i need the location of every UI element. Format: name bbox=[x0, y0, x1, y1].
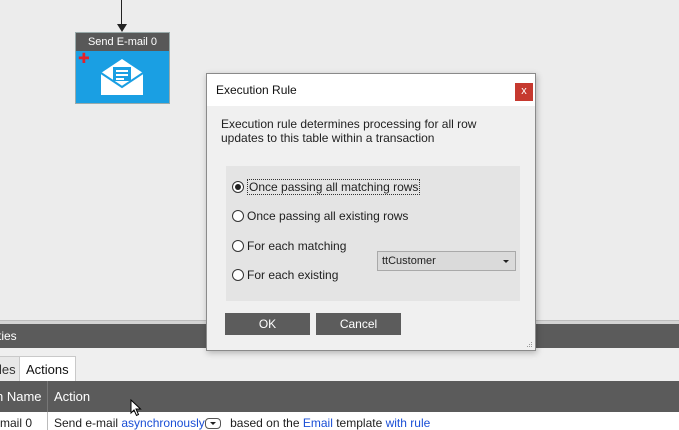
resize-grip-icon[interactable] bbox=[526, 341, 533, 348]
dialog-title: Execution Rule bbox=[216, 83, 297, 97]
row-action-cell: Send e-mail asynchronously based on the … bbox=[54, 412, 430, 430]
mouse-cursor-icon bbox=[130, 399, 142, 417]
rule-link[interactable]: with rule bbox=[386, 416, 431, 430]
table-select-value: ttCustomer bbox=[382, 255, 436, 267]
envelope-icon bbox=[100, 59, 144, 95]
option-label: Once passing all matching rows bbox=[247, 179, 421, 195]
column-separator[interactable] bbox=[47, 381, 48, 412]
action-suffix: template bbox=[336, 416, 383, 430]
dialog-description: Execution rule determines processing for… bbox=[221, 117, 477, 145]
plus-icon[interactable]: ✚ bbox=[78, 51, 90, 65]
properties-tabs: les Actions bbox=[0, 348, 679, 382]
properties-header-label: ties bbox=[0, 329, 17, 343]
option-label: For each existing bbox=[247, 268, 339, 282]
tab-actions[interactable]: Actions bbox=[19, 356, 76, 382]
grid-header: n Name Action bbox=[0, 381, 679, 412]
option-each-matching[interactable]: For each matching bbox=[232, 238, 346, 254]
node-title: Send E-mail 0 bbox=[76, 33, 169, 51]
node-body[interactable]: ✚ bbox=[76, 51, 169, 103]
radio-each-matching[interactable] bbox=[232, 240, 244, 252]
radio-each-existing[interactable] bbox=[232, 269, 244, 281]
execution-rule-dialog: Execution Rule x Execution rule determin… bbox=[206, 73, 536, 351]
option-once-existing[interactable]: Once passing all existing rows bbox=[232, 208, 408, 224]
ok-button[interactable]: OK bbox=[225, 313, 310, 335]
template-link[interactable]: Email bbox=[303, 416, 333, 430]
option-each-existing[interactable]: For each existing bbox=[232, 267, 338, 283]
row-name-cell: -mail 0 bbox=[0, 412, 47, 430]
mode-link[interactable]: asynchronously bbox=[121, 416, 204, 430]
column-header-name[interactable]: n Name bbox=[0, 381, 42, 412]
radio-once-existing[interactable] bbox=[232, 210, 244, 222]
table-select[interactable]: ttCustomer bbox=[377, 251, 516, 271]
chevron-down-icon[interactable] bbox=[503, 260, 509, 263]
row-separator bbox=[47, 412, 48, 430]
table-row[interactable]: -mail 0 Send e-mail asynchronously based… bbox=[0, 412, 679, 430]
option-label: Once passing all existing rows bbox=[247, 209, 409, 223]
cancel-button[interactable]: Cancel bbox=[316, 313, 401, 335]
row-name: -mail 0 bbox=[0, 416, 33, 430]
option-label: For each matching bbox=[247, 239, 347, 253]
connector-line bbox=[121, 0, 122, 26]
send-email-node[interactable]: Send E-mail 0 ✚ bbox=[76, 33, 169, 103]
action-mid: based on the bbox=[230, 416, 300, 430]
options-panel: Once passing all matching rows Once pass… bbox=[226, 166, 520, 301]
option-once-matching[interactable]: Once passing all matching rows bbox=[232, 179, 421, 195]
close-button[interactable]: x bbox=[515, 83, 533, 101]
radio-once-matching[interactable] bbox=[232, 181, 244, 193]
connector-arrowhead bbox=[117, 24, 127, 32]
column-header-action[interactable]: Action bbox=[54, 381, 90, 412]
mode-dropdown-icon[interactable] bbox=[204, 418, 221, 430]
dialog-titlebar[interactable]: Execution Rule x bbox=[207, 74, 535, 106]
action-prefix: Send e-mail bbox=[54, 416, 119, 430]
